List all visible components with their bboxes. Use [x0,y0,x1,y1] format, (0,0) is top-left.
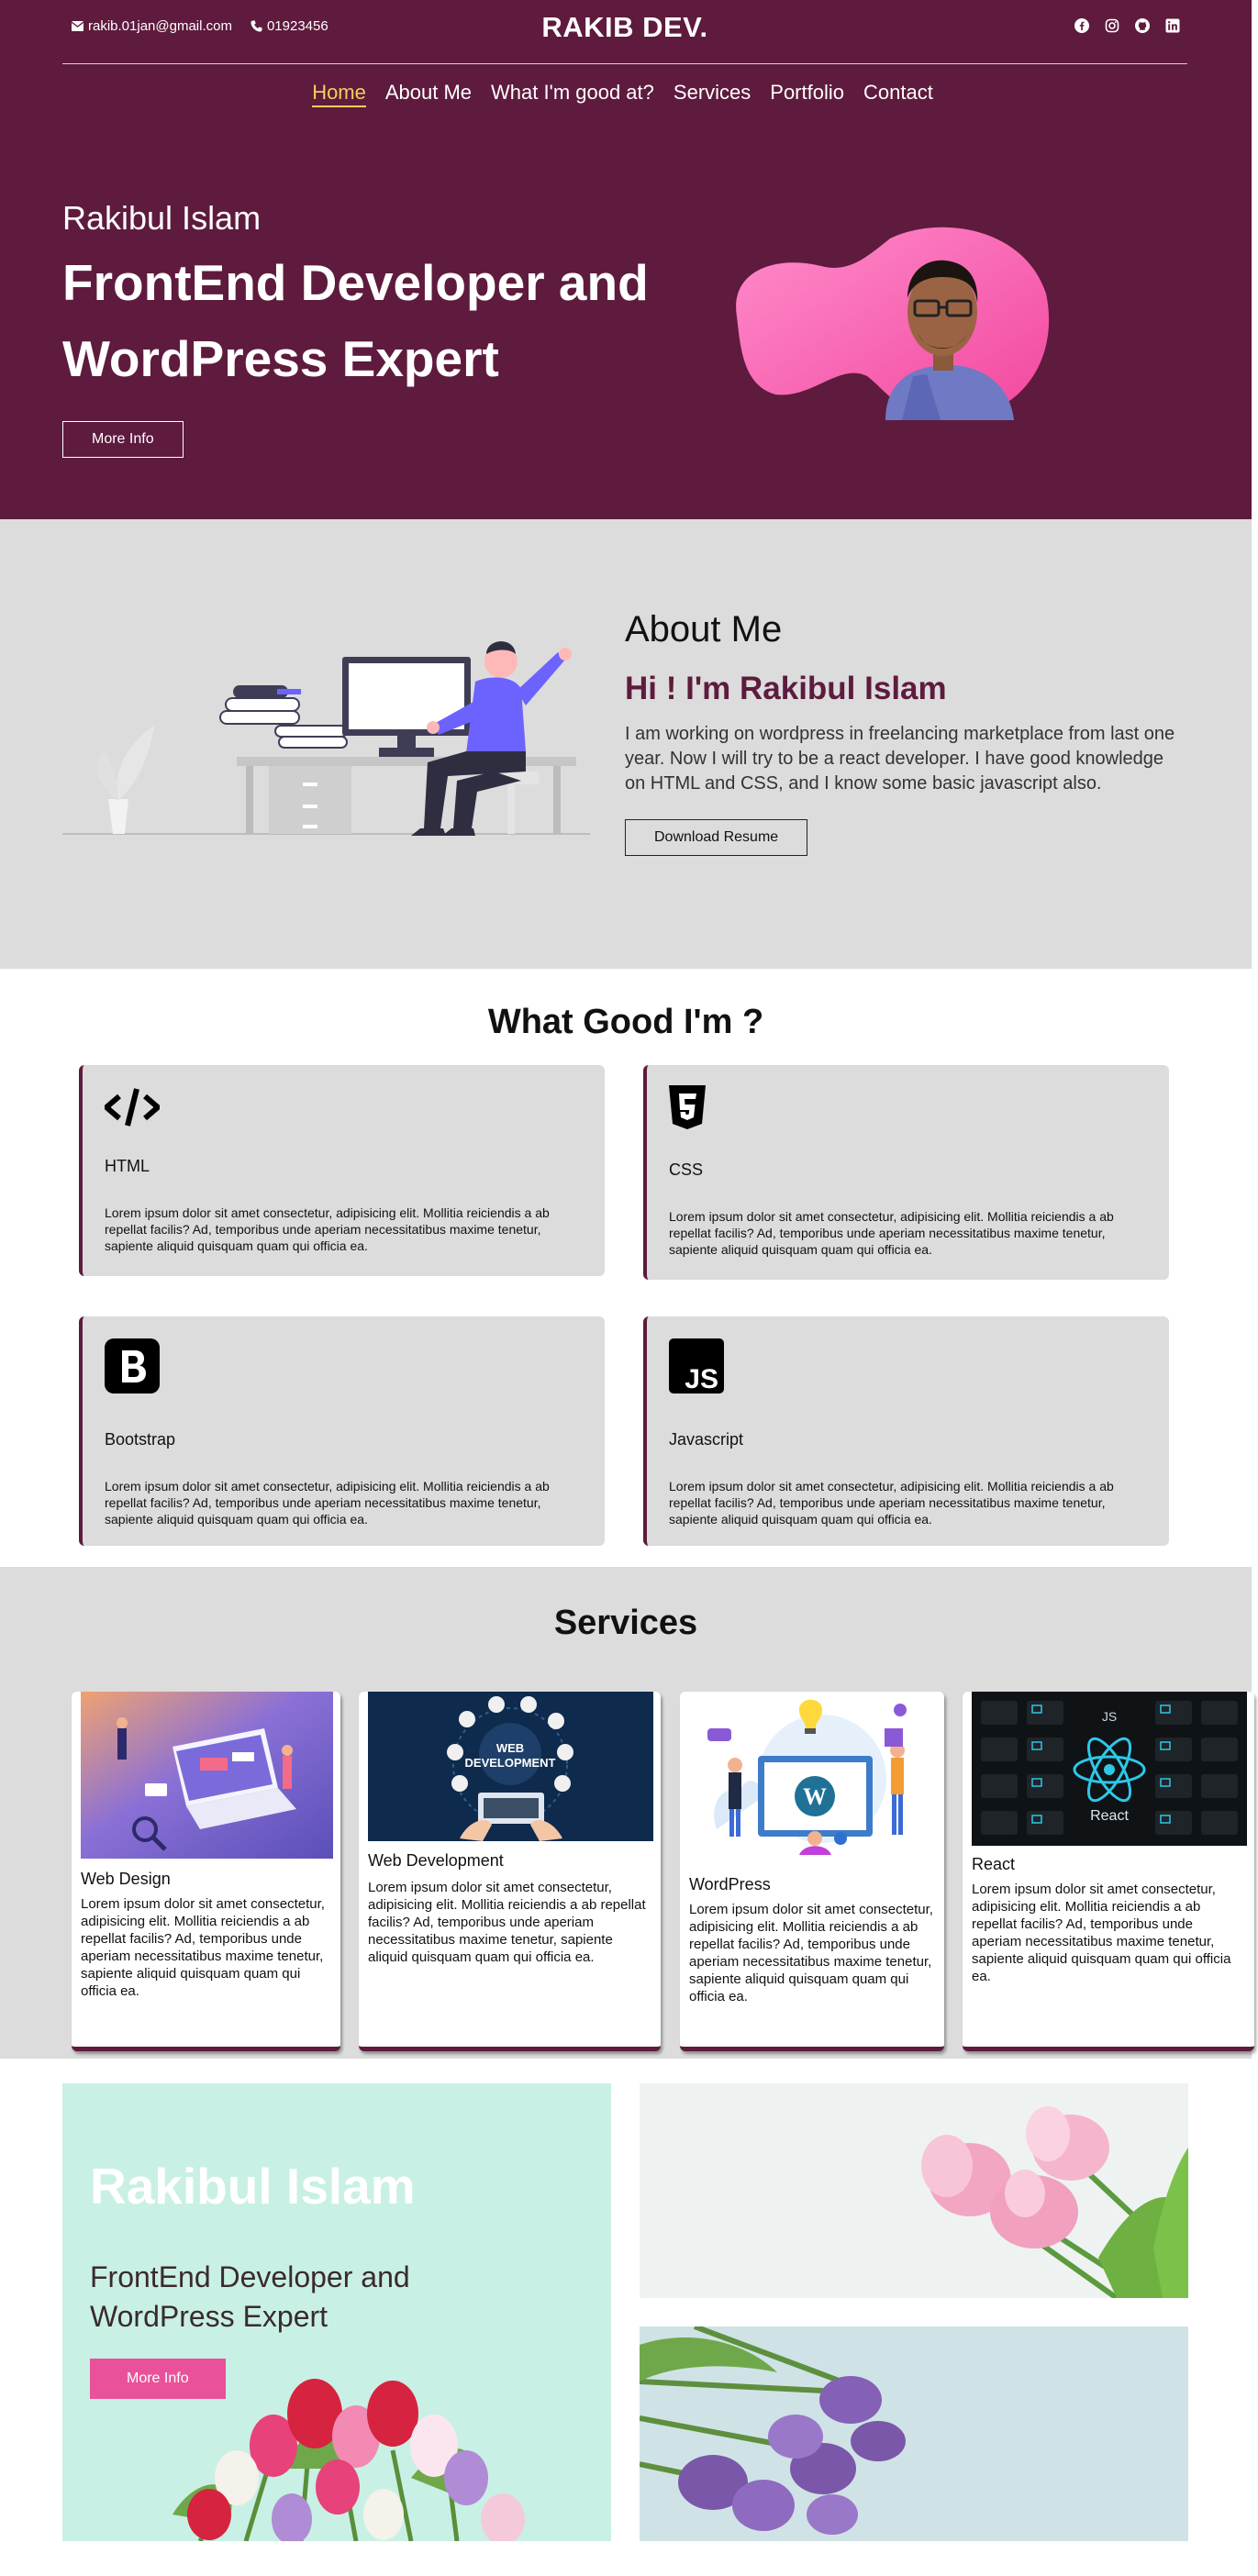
service-card-web-development[interactable]: WEB DEVELOPMENT Web Development Lorem ip… [359,1692,661,2051]
service-name: WordPress [689,1875,771,1893]
skill-description: Lorem ipsum dolor sit amet consectetur, … [105,1479,550,1527]
linkedin-icon[interactable] [1165,18,1180,33]
hero-section: rakib.01jan@gmail.com 01923456 RAKIB DEV… [0,0,1252,519]
service-description: Lorem ipsum dolor sit amet consectetur, … [368,1880,646,1965]
web-development-image: WEB DEVELOPMENT [368,1692,653,1841]
nav-contact[interactable]: Contact [863,81,933,107]
about-section: About Me Hi ! I'm Rakibul Islam I am wor… [0,519,1252,969]
svg-text:WEB: WEB [496,1741,524,1755]
about-text: About Me Hi ! I'm Rakibul Islam I am wor… [625,609,1185,856]
services-title: Services [553,1604,698,1642]
service-card-wordpress[interactable]: W WordPress Lorem ipsum dolor sit amet c… [680,1692,944,2051]
main-nav: Home About Me What I'm good at? Services… [0,81,1245,107]
service-description: Lorem ipsum dolor sit amet consectetur, … [972,1882,1231,1984]
skill-card-bootstrap: Bootstrap Lorem ipsum dolor sit amet con… [79,1316,605,1546]
web-design-image [81,1692,333,1859]
social-links [1074,18,1180,33]
hero-title: FrontEnd Developer and WordPress Expert [62,254,649,387]
nav-services[interactable]: Services [674,81,751,107]
about-description: I am working on wordpress in freelancing… [625,724,1175,794]
skill-card-html: HTML Lorem ipsum dolor sit amet consecte… [79,1065,605,1276]
about-title: About Me [625,609,783,650]
skills-title: What Good I'm ? [487,1003,764,1041]
nav-portfolio[interactable]: Portfolio [770,81,844,107]
service-name: Web Development [368,1851,504,1870]
skill-description: Lorem ipsum dolor sit amet consectetur, … [669,1209,1114,1257]
hero-text: Rakibul Islam FrontEnd Developer and Wor… [62,199,650,458]
service-card-react[interactable]: JS React React Lorem ipsum dolor sit ame… [963,1692,1254,2051]
services-section: Services Web Design Lorem ipsum dolor si… [0,1567,1254,2059]
code-icon [105,1088,160,1127]
service-name: Web Design [81,1870,171,1888]
hero-name: Rakibul Islam [62,199,262,237]
feature-name: Rakibul Islam [90,2158,416,2215]
instagram-icon[interactable] [1105,18,1119,33]
react-image-caption: React [1090,1808,1129,1824]
pink-tulips-image [640,2083,1188,2298]
skill-card-css: CSS Lorem ipsum dolor sit amet consectet… [643,1065,1169,1280]
more-info-button[interactable]: More Info [62,421,184,458]
service-description: Lorem ipsum dolor sit amet consectetur, … [689,1902,933,2004]
skill-description: Lorem ipsum dolor sit amet consectetur, … [669,1479,1114,1527]
bootstrap-icon [105,1338,160,1393]
service-name: React [972,1855,1016,1873]
github-icon[interactable] [1135,18,1150,33]
nav-home[interactable]: Home [312,81,366,107]
skill-description: Lorem ipsum dolor sit amet consectetur, … [105,1205,550,1253]
profile-photo [736,227,1050,420]
portfolio-tile-purple-tulips [640,2326,1188,2541]
facebook-icon[interactable] [1074,18,1089,33]
service-description: Lorem ipsum dolor sit amet consectetur, … [81,1896,325,1999]
skill-name: HTML [105,1157,150,1175]
svg-text:W: W [803,1783,827,1810]
skill-name: CSS [669,1160,704,1179]
download-resume-button[interactable]: Download Resume [625,819,808,856]
brand-logo[interactable]: RAKIB DEV. [62,11,1187,44]
service-card-web-design[interactable]: Web Design Lorem ipsum dolor sit amet co… [72,1692,340,2051]
svg-text:DEVELOPMENT: DEVELOPMENT [465,1756,556,1770]
skill-name: Javascript [669,1430,744,1449]
portfolio-feature-tile: Rakibul Islam FrontEnd Developer and Wor… [62,2083,611,2541]
top-bar: rakib.01jan@gmail.com 01923456 RAKIB DEV… [62,0,1187,64]
react-image-badge: JS [1102,1709,1117,1724]
wordpress-image: W [689,1692,937,1857]
feature-more-info-button[interactable]: More Info [90,2359,226,2399]
nav-about[interactable]: About Me [385,81,472,107]
css3-icon [669,1085,706,1129]
skill-name: Bootstrap [105,1430,176,1449]
nav-skills[interactable]: What I'm good at? [491,81,654,107]
about-subtitle: Hi ! I'm Rakibul Islam [625,671,947,706]
react-image: JS React [972,1692,1247,1846]
developer-illustration [62,641,590,836]
javascript-icon: JS [669,1338,724,1393]
purple-tulips-image [640,2326,1188,2541]
feature-title: FrontEnd Developer and WordPress Expert [90,2260,410,2333]
svg-text:JS: JS [685,1364,718,1393]
skill-card-javascript: JS Javascript Lorem ipsum dolor sit amet… [643,1316,1169,1546]
portfolio-tile-pink-tulips [640,2083,1188,2298]
